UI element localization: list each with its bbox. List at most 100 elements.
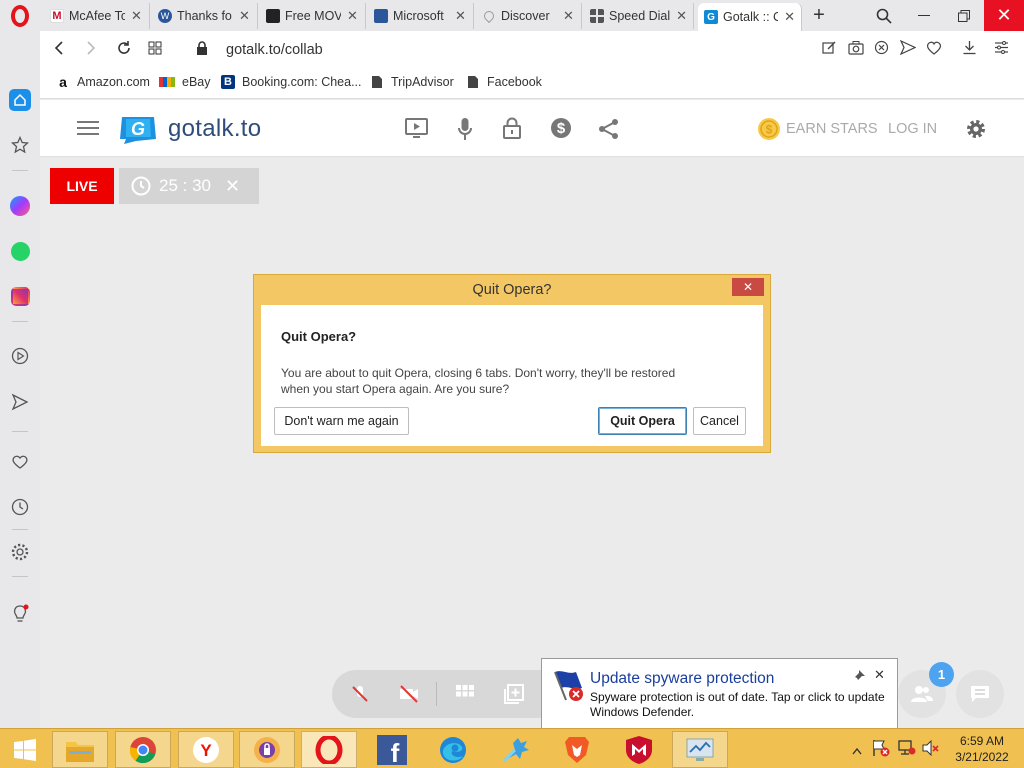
star-coin-icon[interactable]: $ [757, 117, 781, 144]
close-tab-icon[interactable]: ✕ [563, 8, 574, 24]
chrome-button[interactable] [115, 731, 171, 768]
notification-close-icon[interactable]: ✕ [874, 667, 885, 683]
site-logo-text[interactable]: gotalk.to [168, 115, 261, 143]
hamburger-menu-icon[interactable] [77, 120, 99, 139]
tab-title: Microsoft [393, 9, 444, 23]
login-link[interactable]: LOG IN [888, 121, 937, 137]
lightbulb-icon[interactable] [9, 603, 31, 625]
opera-menu-icon[interactable] [11, 5, 29, 27]
volume-muted-icon[interactable] [922, 739, 940, 759]
flow-send-icon[interactable] [899, 39, 917, 60]
bookmark-ebay[interactable]: eBay [159, 75, 211, 89]
tab-gotalk[interactable]: G Gotalk :: C ✕ [698, 3, 802, 31]
bookmarks-bar: a Amazon.com eBay B Booking.com: Chea...… [40, 69, 1024, 99]
search-tabs-icon[interactable] [864, 0, 904, 31]
dollar-icon[interactable]: $ [550, 117, 572, 142]
edge-button[interactable] [425, 731, 481, 768]
bookmark-heart-icon[interactable] [926, 40, 942, 60]
gotalk-logo-icon[interactable]: G [116, 113, 160, 145]
grid-view-icon[interactable] [456, 685, 474, 706]
chat-button[interactable] [956, 670, 1004, 718]
send-icon[interactable] [9, 391, 31, 413]
add-window-icon[interactable] [504, 684, 524, 707]
close-tab-icon[interactable]: ✕ [347, 8, 358, 24]
tool-button[interactable] [488, 731, 544, 768]
easy-setup-icon[interactable] [994, 40, 1009, 60]
camera-off-icon[interactable] [398, 684, 420, 707]
tab-speed-dial[interactable]: Speed Dial ✕ [584, 3, 694, 29]
whatsapp-icon[interactable] [9, 240, 31, 262]
earn-stars-link[interactable]: EARN STARS [786, 121, 878, 137]
settings-gear-icon[interactable] [965, 118, 987, 143]
bookmark-tripadvisor[interactable]: TripAdvisor [370, 75, 454, 89]
url-field[interactable]: gotalk.to/collab [226, 42, 323, 58]
microphone-icon[interactable] [458, 117, 472, 144]
camera-icon[interactable] [848, 40, 864, 60]
start-button[interactable] [2, 731, 48, 768]
lock-icon[interactable] [196, 41, 208, 61]
close-timer-icon[interactable]: ✕ [225, 176, 240, 197]
instagram-icon[interactable] [9, 285, 31, 307]
windows-taskbar: Y f 6:59 AM 3/21/2022 [0, 728, 1024, 768]
action-center-flag-icon[interactable] [872, 739, 890, 760]
tor-button[interactable] [239, 731, 295, 768]
opera-button[interactable] [301, 731, 357, 768]
restore-button[interactable] [944, 0, 984, 31]
file-explorer-button[interactable] [52, 731, 108, 768]
close-tab-icon[interactable]: ✕ [131, 8, 142, 24]
mcafee-button[interactable] [611, 731, 667, 768]
share-icon[interactable] [598, 118, 620, 143]
edit-snapshot-icon[interactable] [822, 40, 837, 60]
quit-dialog: Quit Opera? ✕ Quit Opera? You are about … [253, 274, 771, 453]
player-icon[interactable] [9, 345, 31, 367]
cancel-button[interactable]: Cancel [693, 407, 746, 435]
quit-opera-button[interactable]: Quit Opera [598, 407, 687, 435]
drop-icon [481, 8, 497, 24]
yandex-button[interactable]: Y [178, 731, 234, 768]
brave-button[interactable] [549, 731, 605, 768]
history-clock-icon[interactable] [9, 496, 31, 518]
back-icon[interactable] [52, 40, 66, 61]
clock[interactable]: 6:59 AM 3/21/2022 [952, 733, 1012, 765]
tabs-grid-icon[interactable] [148, 40, 162, 60]
speed-dial-star-icon[interactable] [9, 134, 31, 156]
bookmark-amazon[interactable]: a Amazon.com [56, 74, 150, 90]
tab-discover[interactable]: Discover ✕ [476, 3, 582, 29]
dialog-close-button[interactable]: ✕ [732, 278, 764, 296]
live-badge[interactable]: LIVE [50, 168, 114, 204]
tab-microsoft[interactable]: Microsoft ✕ [368, 3, 474, 29]
heart-icon[interactable] [9, 451, 31, 473]
close-tab-icon[interactable]: ✕ [455, 8, 466, 24]
close-tab-icon[interactable]: ✕ [676, 8, 687, 24]
show-hidden-icons[interactable] [852, 743, 862, 758]
bookmark-facebook[interactable]: Facebook [466, 75, 542, 89]
lock-room-icon[interactable] [503, 117, 521, 142]
close-window-button[interactable]: ✕ [984, 0, 1024, 31]
new-tab-button[interactable]: + [804, 0, 834, 31]
messenger-icon[interactable] [9, 195, 31, 217]
reload-icon[interactable] [116, 40, 132, 61]
forward-icon[interactable] [84, 40, 98, 61]
windows-notification[interactable]: Update spyware protection Spyware protec… [541, 658, 898, 730]
facebook-button[interactable]: f [364, 731, 420, 768]
dont-warn-again-button[interactable]: Don't warn me again [274, 407, 409, 435]
settings-gear-icon[interactable] [9, 541, 31, 563]
address-bar: gotalk.to/collab [40, 31, 1024, 69]
close-tab-icon[interactable]: ✕ [239, 8, 250, 24]
tab-thanks[interactable]: W Thanks fo ✕ [152, 3, 258, 29]
downloads-icon[interactable] [962, 40, 977, 60]
defender-button[interactable] [672, 731, 728, 768]
site-header: G gotalk.to $ $ EARN STARS LOG IN [40, 100, 1024, 157]
network-icon[interactable] [898, 740, 916, 759]
close-tab-icon[interactable]: ✕ [784, 9, 795, 25]
mic-off-icon[interactable] [350, 684, 370, 707]
tab-mcafee[interactable]: M McAfee To ✕ [44, 3, 150, 29]
bookmark-booking[interactable]: B Booking.com: Chea... [221, 75, 362, 89]
pin-icon[interactable] [854, 669, 866, 684]
minimize-button[interactable] [904, 0, 944, 31]
video-icon[interactable] [405, 118, 429, 141]
adblock-icon[interactable] [874, 40, 889, 60]
mcafee-shield-icon [626, 735, 652, 764]
home-icon[interactable] [9, 89, 31, 111]
tab-free-movies[interactable]: Free MOV ✕ [260, 3, 366, 29]
